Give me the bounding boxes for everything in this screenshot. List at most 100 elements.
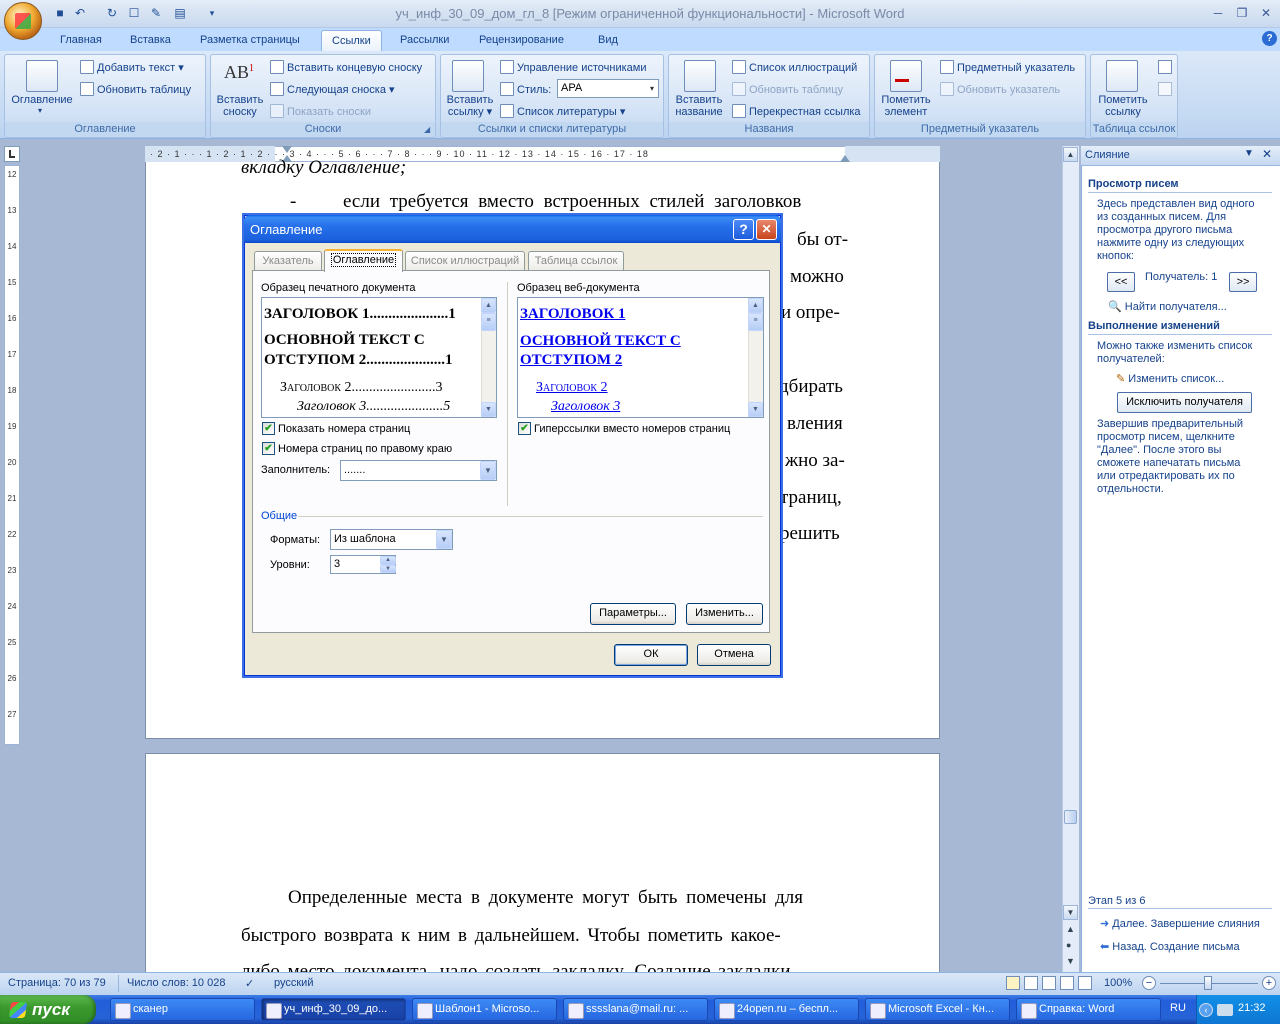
- taskbar-item-scanner[interactable]: сканер: [110, 998, 255, 1021]
- vertical-scrollbar[interactable]: [1062, 146, 1079, 972]
- network-icon[interactable]: [1217, 1004, 1233, 1016]
- save-icon[interactable]: ■: [52, 5, 68, 21]
- scroll-down-icon[interactable]: ▼: [481, 402, 496, 417]
- insert-footnote-icon[interactable]: AB1: [224, 62, 254, 83]
- word-count[interactable]: Число слов: 10 028: [127, 977, 225, 989]
- dialog-launcher-icon[interactable]: ◢: [424, 125, 430, 134]
- outline-view-icon[interactable]: [1060, 976, 1074, 990]
- update-index-button[interactable]: Обновить указатель: [940, 82, 1060, 96]
- toc-button[interactable]: Оглавление: [6, 94, 78, 106]
- tab-table-of-authorities[interactable]: Таблица ссылок: [528, 251, 624, 271]
- table-of-figures-button[interactable]: Список иллюстраций: [732, 60, 857, 74]
- tab-view[interactable]: Вид: [588, 30, 628, 51]
- spin-down-icon[interactable]: ▼: [380, 565, 396, 573]
- language-status[interactable]: русский: [274, 977, 313, 989]
- prev-page-icon[interactable]: ▲: [1066, 924, 1075, 934]
- full-screen-view-icon[interactable]: [1024, 976, 1038, 990]
- scroll-down-icon[interactable]: ▼: [1063, 905, 1078, 920]
- chevron-down-icon[interactable]: ▼: [436, 530, 452, 549]
- insert-citation-button[interactable]: Вставить ссылку ▾: [442, 94, 498, 118]
- prev-step-link[interactable]: ⬅ Назад. Создание письма: [1100, 940, 1240, 953]
- mark-citation-button[interactable]: Пометить ссылку: [1092, 94, 1154, 118]
- web-preview-h1[interactable]: ЗАГОЛОВОК 1: [520, 306, 625, 323]
- dialog-close-button[interactable]: ✕: [756, 219, 777, 240]
- web-preview-h2[interactable]: Заголовок 2: [536, 380, 608, 396]
- toc-icon[interactable]: [26, 60, 58, 92]
- scroll-up-icon[interactable]: ▲: [748, 298, 763, 313]
- exclude-recipient-button[interactable]: Исключить получателя: [1117, 392, 1252, 413]
- add-text-button[interactable]: Добавить текст ▾: [80, 60, 184, 74]
- mark-citation-icon[interactable]: [1106, 60, 1138, 92]
- taskbar-item-browser[interactable]: 24open.ru – беспл...: [714, 998, 859, 1021]
- tab-review[interactable]: Рецензирование: [469, 30, 574, 51]
- help-icon[interactable]: ?: [1262, 31, 1277, 46]
- taskbar-item-help[interactable]: Справка: Word: [1016, 998, 1161, 1021]
- mark-entry-icon[interactable]: [890, 60, 922, 92]
- page-count[interactable]: Страница: 70 из 79: [8, 977, 106, 989]
- tab-insert[interactable]: Вставка: [120, 30, 181, 51]
- taskbar-item-word-doc[interactable]: уч_инф_30_09_до...: [261, 998, 406, 1021]
- tab-references[interactable]: Ссылки: [321, 30, 382, 51]
- formats-select[interactable]: Из шаблона: [330, 529, 453, 550]
- redo-icon[interactable]: ↻: [104, 5, 120, 21]
- tab-selector[interactable]: [4, 146, 20, 162]
- zoom-slider-thumb[interactable]: [1204, 976, 1212, 990]
- qat-customize-icon[interactable]: ▾: [204, 5, 220, 21]
- insert-citation-icon[interactable]: [452, 60, 484, 92]
- scroll-up-icon[interactable]: ▲: [1063, 147, 1078, 162]
- update-toa-icon[interactable]: [1158, 82, 1172, 96]
- insert-endnote-button[interactable]: Вставить концевую сноску: [270, 60, 422, 74]
- draft-view-icon[interactable]: [1078, 976, 1092, 990]
- right-align-checkbox[interactable]: ✔: [262, 442, 275, 455]
- undo-icon[interactable]: ↶: [72, 5, 88, 21]
- web-preview-body[interactable]: ОСНОВНОЙ ТЕКСТ С: [520, 333, 681, 350]
- language-indicator[interactable]: RU: [1170, 1002, 1186, 1014]
- next-page-icon[interactable]: ▼: [1066, 956, 1075, 966]
- restore-icon[interactable]: ❐: [1232, 6, 1252, 22]
- close-window-icon[interactable]: ✕: [1256, 6, 1276, 22]
- chevron-down-icon[interactable]: ▼: [480, 461, 496, 480]
- pane-menu-icon[interactable]: ▼: [1244, 148, 1254, 159]
- scroll-thumb[interactable]: ≡: [748, 313, 763, 331]
- dialog-title-bar[interactable]: [244, 215, 781, 243]
- options-button[interactable]: Параметры...: [590, 603, 676, 625]
- zoom-in-icon[interactable]: +: [1262, 976, 1276, 990]
- modify-button[interactable]: Изменить...: [686, 603, 763, 625]
- taskbar-item-mail[interactable]: sssslana@mail.ru: ...: [563, 998, 708, 1021]
- right-indent-marker[interactable]: [840, 155, 850, 162]
- hyperlinks-checkbox[interactable]: ✔: [518, 422, 531, 435]
- dialog-help-button[interactable]: ?: [733, 219, 754, 240]
- open-folder-icon[interactable]: ▤: [172, 5, 188, 21]
- scroll-down-icon[interactable]: ▼: [748, 402, 763, 417]
- cross-reference-button[interactable]: Перекрестная ссылка: [732, 104, 861, 118]
- scroll-up-icon[interactable]: ▲: [481, 298, 496, 313]
- spellcheck-icon[interactable]: ☐: [126, 5, 142, 21]
- print-layout-view-icon[interactable]: [1006, 976, 1020, 990]
- taskbar-item-excel[interactable]: Microsoft Excel - Кн...: [865, 998, 1010, 1021]
- tab-mailings[interactable]: Рассылки: [390, 30, 459, 51]
- web-preview-h3[interactable]: Заголовок 3: [551, 399, 620, 415]
- insert-toa-icon[interactable]: [1158, 60, 1172, 74]
- show-notes-button[interactable]: Показать сноски: [270, 104, 371, 118]
- spin-up-icon[interactable]: ▲: [380, 556, 396, 565]
- mark-entry-button[interactable]: Пометить элемент: [876, 94, 936, 118]
- pane-close-icon[interactable]: ✕: [1262, 147, 1272, 161]
- bibliography-button[interactable]: Список литературы ▾: [500, 104, 625, 118]
- scroll-thumb[interactable]: [1064, 810, 1077, 824]
- style-select[interactable]: APA ▾: [557, 79, 659, 98]
- show-page-numbers-checkbox[interactable]: ✔: [262, 422, 275, 435]
- insert-caption-icon[interactable]: [684, 60, 716, 92]
- insert-caption-button[interactable]: Вставить название: [670, 94, 728, 118]
- next-recipient-button[interactable]: >>: [1229, 272, 1257, 292]
- taskbar-item-template[interactable]: Шаблон1 - Microso...: [412, 998, 557, 1021]
- zoom-level[interactable]: 100%: [1104, 977, 1132, 989]
- proofing-icon[interactable]: ✓: [245, 977, 254, 990]
- zoom-out-icon[interactable]: −: [1142, 976, 1156, 990]
- format-painter-icon[interactable]: ✎: [148, 5, 164, 21]
- insert-footnote-button[interactable]: Вставить сноску: [212, 94, 268, 118]
- update-figures-button[interactable]: Обновить таблицу: [732, 82, 843, 96]
- insert-index-button[interactable]: Предметный указатель: [940, 60, 1075, 74]
- edit-list-link[interactable]: ✎ Изменить список...: [1116, 372, 1224, 385]
- tab-index[interactable]: Указатель: [254, 251, 322, 271]
- web-layout-view-icon[interactable]: [1042, 976, 1056, 990]
